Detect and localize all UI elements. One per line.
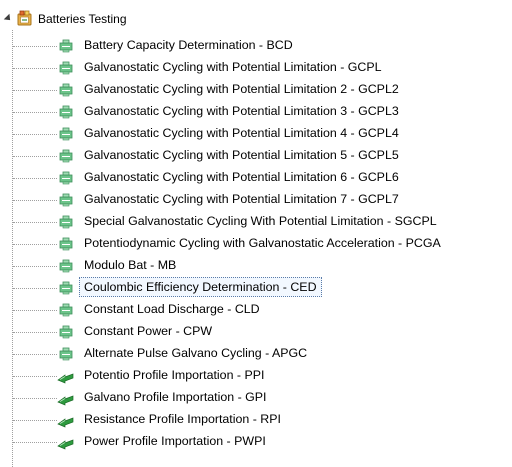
tree-branch-line	[13, 200, 57, 201]
battery-folder-icon	[17, 10, 32, 26]
tree-item-gcpl4[interactable]: Galvanostatic Cycling with Potential Lim…	[0, 123, 512, 145]
technique-icon	[57, 170, 75, 186]
tree-item-ppi[interactable]: Potentio Profile Importation - PPI	[0, 365, 512, 387]
tree-item-label: Galvano Profile Importation - GPI	[84, 390, 267, 404]
tree-item-label: Galvanostatic Cycling with Potential Lim…	[84, 104, 399, 118]
tree-item-label: Galvanostatic Cycling with Potential Lim…	[84, 60, 382, 74]
tree-branch-line	[13, 244, 57, 245]
tree-node-batteries-testing[interactable]: Batteries Testing	[0, 8, 300, 30]
technique-icon	[57, 214, 75, 230]
tree-item-label: Alternate Pulse Galvano Cycling - APGC	[84, 346, 308, 360]
import-icon	[57, 368, 75, 384]
import-icon	[57, 412, 75, 428]
tree-item-label: Battery Capacity Determination - BCD	[84, 38, 293, 52]
tree-item-gcpl[interactable]: Galvanostatic Cycling with Potential Lim…	[0, 57, 512, 79]
technique-icon	[57, 126, 75, 142]
tree-item-pcga[interactable]: Potentiodynamic Cycling with Galvanostat…	[0, 233, 512, 255]
tree-item-mb[interactable]: Modulo Bat - MB	[0, 255, 512, 277]
tree-node-label: Batteries Testing	[38, 12, 127, 26]
technique-icon	[57, 38, 75, 54]
tree-branch-line	[13, 134, 57, 135]
tree-item-label: Potentio Profile Importation - PPI	[84, 368, 265, 382]
technique-icon	[57, 104, 75, 120]
technique-icon	[57, 192, 75, 208]
tree-item-gcpl5[interactable]: Galvanostatic Cycling with Potential Lim…	[0, 145, 512, 167]
import-icon	[57, 390, 75, 406]
tree-item-apgc[interactable]: Alternate Pulse Galvano Cycling - APGC	[0, 343, 512, 365]
technique-icon	[57, 280, 75, 296]
tree-item-cld[interactable]: Constant Load Discharge - CLD	[0, 299, 512, 321]
tree-item-gcpl7[interactable]: Galvanostatic Cycling with Potential Lim…	[0, 189, 512, 211]
tree-item-cpw[interactable]: Constant Power - CPW	[0, 321, 512, 343]
tree-item-sgcpl[interactable]: Special Galvanostatic Cycling With Poten…	[0, 211, 512, 233]
tree-item-label: Galvanostatic Cycling with Potential Lim…	[84, 170, 399, 184]
tree-branch-line	[13, 112, 57, 113]
technique-icon	[57, 236, 75, 252]
tree-branch-line	[13, 376, 57, 377]
tree-item-label: Special Galvanostatic Cycling With Poten…	[84, 214, 437, 228]
tree-branch-line	[13, 398, 57, 399]
tree-branch-line	[13, 46, 57, 47]
tree-item-label: Galvanostatic Cycling with Potential Lim…	[84, 126, 399, 140]
tree-item-gcpl2[interactable]: Galvanostatic Cycling with Potential Lim…	[0, 79, 512, 101]
tree-branch-line	[13, 288, 57, 289]
tree-branch-line	[13, 332, 57, 333]
technique-icon	[57, 346, 75, 362]
tree-children: Battery Capacity Determination - BCD Galv…	[0, 35, 512, 453]
technique-icon	[57, 148, 75, 164]
collapse-arrow-icon[interactable]	[3, 13, 13, 23]
tree-item-label: Galvanostatic Cycling with Potential Lim…	[84, 192, 399, 206]
tree-item-label: Power Profile Importation - PWPI	[84, 434, 266, 448]
tree-branch-line	[13, 156, 57, 157]
tree-item-label: Coulombic Efficiency Determination - CED	[79, 277, 322, 297]
tree-branch-line	[13, 68, 57, 69]
technique-icon	[57, 82, 75, 98]
technique-icon	[57, 302, 75, 318]
tree-item-label: Resistance Profile Importation - RPI	[84, 412, 281, 426]
tree-item-label: Galvanostatic Cycling with Potential Lim…	[84, 148, 399, 162]
tree-item-bcd[interactable]: Battery Capacity Determination - BCD	[0, 35, 512, 57]
tree-item-label: Potentiodynamic Cycling with Galvanostat…	[84, 236, 441, 250]
tree-item-label: Modulo Bat - MB	[84, 258, 177, 272]
import-icon	[57, 434, 75, 450]
tree-branch-line	[13, 178, 57, 179]
technique-icon	[57, 258, 75, 274]
tree-branch-line	[13, 266, 57, 267]
tree-branch-line	[13, 310, 57, 311]
technique-tree: Batteries Testing Battery Capacity Deter…	[0, 0, 512, 467]
tree-item-gcpl3[interactable]: Galvanostatic Cycling with Potential Lim…	[0, 101, 512, 123]
tree-item-gcpl6[interactable]: Galvanostatic Cycling with Potential Lim…	[0, 167, 512, 189]
tree-branch-line	[13, 442, 57, 443]
tree-item-rpi[interactable]: Resistance Profile Importation - RPI	[0, 409, 512, 431]
tree-branch-line	[13, 90, 57, 91]
tree-branch-line	[13, 354, 57, 355]
tree-item-label: Constant Power - CPW	[84, 324, 213, 338]
tree-item-label: Constant Load Discharge - CLD	[84, 302, 260, 316]
tree-item-ced[interactable]: Coulombic Efficiency Determination - CED	[0, 277, 512, 299]
tree-item-gpi[interactable]: Galvano Profile Importation - GPI	[0, 387, 512, 409]
tree-item-pwpi[interactable]: Power Profile Importation - PWPI	[0, 431, 512, 453]
tree-branch-line	[13, 420, 57, 421]
technique-icon	[57, 60, 75, 76]
tree-item-label: Galvanostatic Cycling with Potential Lim…	[84, 82, 399, 96]
technique-icon	[57, 324, 75, 340]
tree-branch-line	[13, 222, 57, 223]
